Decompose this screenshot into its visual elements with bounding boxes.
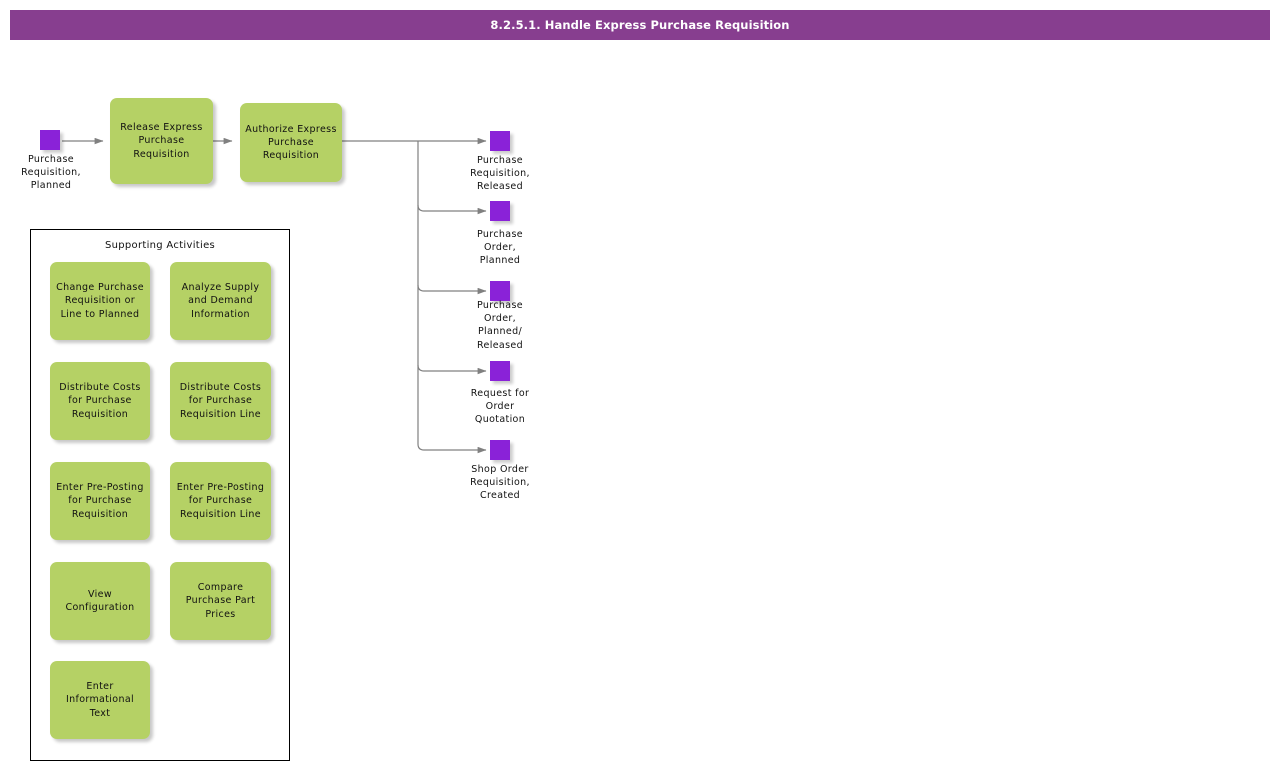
activity-label: View Configuration: [65, 588, 135, 613]
process-flow-diagram: Purchase Requisition, Planned Release Ex…: [0, 0, 1280, 770]
activity-label: Enter Pre-Posting for Purchase Requisiti…: [56, 482, 144, 520]
supporting-activity-change-purchase-requisition-or-line-to-planned[interactable]: Change Purchase Requisition or Line to P…: [50, 262, 150, 340]
state-label-purchase-order-planned: Purchase Order, Planned: [477, 229, 523, 267]
state-swatch-icon: [490, 201, 510, 221]
supporting-activity-compare-purchase-part-prices[interactable]: Compare Purchase Part Prices: [170, 562, 271, 640]
state-label-purchase-order-planned-released: Purchase Order, Planned/ Released: [477, 300, 523, 351]
activity-label: Change Purchase Requisition or Line to P…: [56, 282, 144, 320]
supporting-activity-enter-pre-posting-for-purchase-requisition[interactable]: Enter Pre-Posting for Purchase Requisiti…: [50, 462, 150, 540]
supporting-activity-enter-informational-text[interactable]: Enter Informational Text: [50, 661, 150, 739]
state-swatch-icon: [40, 130, 60, 150]
connector-branch-request-for-order-quotation: [417, 364, 487, 375]
activity-label: Authorize Express Purchase Requisition: [245, 123, 337, 162]
activity-label: Enter Pre-Posting for Purchase Requisiti…: [176, 482, 265, 520]
state-purchase-requisition-released[interactable]: [490, 131, 512, 153]
connector-branch-purchase-order-planned: [417, 204, 487, 215]
state-label-purchase-requisition-released: Purchase Requisition, Released: [470, 155, 530, 193]
state-purchase-order-planned[interactable]: [490, 201, 512, 223]
supporting-activities-title: Supporting Activities: [104, 240, 216, 251]
supporting-activity-analyze-supply-and-demand-information[interactable]: Analyze Supply and Demand Information: [170, 262, 271, 340]
state-shop-order-requisition-created[interactable]: [490, 440, 512, 462]
state-request-for-order-quotation[interactable]: [490, 361, 512, 383]
activity-label: Release Express Purchase Requisition: [120, 122, 203, 160]
activity-label: Compare Purchase Part Prices: [185, 582, 256, 620]
state-swatch-icon: [490, 131, 510, 151]
activity-release-express-purchase-requisition[interactable]: Release Express Purchase Requisition: [110, 98, 213, 184]
supporting-activity-view-configuration[interactable]: View Configuration: [50, 562, 150, 640]
supporting-activity-distribute-costs-for-purchase-requisition[interactable]: Distribute Costs for Purchase Requisitio…: [50, 362, 150, 440]
activity-label: Distribute Costs for Purchase Requisitio…: [179, 382, 262, 420]
state-swatch-icon: [490, 361, 510, 381]
state-label-request-for-order-quotation: Request for Order Quotation: [470, 388, 530, 426]
supporting-activity-enter-pre-posting-for-purchase-requisition-line[interactable]: Enter Pre-Posting for Purchase Requisiti…: [170, 462, 271, 540]
activity-label: Enter Informational Text: [65, 681, 134, 719]
state-swatch-icon: [490, 440, 510, 460]
activity-label: Analyze Supply and Demand Information: [181, 282, 260, 320]
state-purchase-requisition-planned[interactable]: [40, 130, 62, 152]
supporting-activity-distribute-costs-for-purchase-requisition-line[interactable]: Distribute Costs for Purchase Requisitio…: [170, 362, 271, 440]
state-swatch-icon: [490, 281, 510, 301]
state-label-purchase-requisition-planned: Purchase Requisition, Planned: [21, 154, 81, 192]
activity-authorize-express-purchase-requisition[interactable]: Authorize Express Purchase Requisition: [240, 103, 342, 182]
state-label-shop-order-requisition-created: Shop Order Requisition, Created: [470, 464, 530, 502]
activity-label: Distribute Costs for Purchase Requisitio…: [59, 382, 141, 420]
connector-branch-purchase-order-planned-released: [417, 284, 487, 295]
